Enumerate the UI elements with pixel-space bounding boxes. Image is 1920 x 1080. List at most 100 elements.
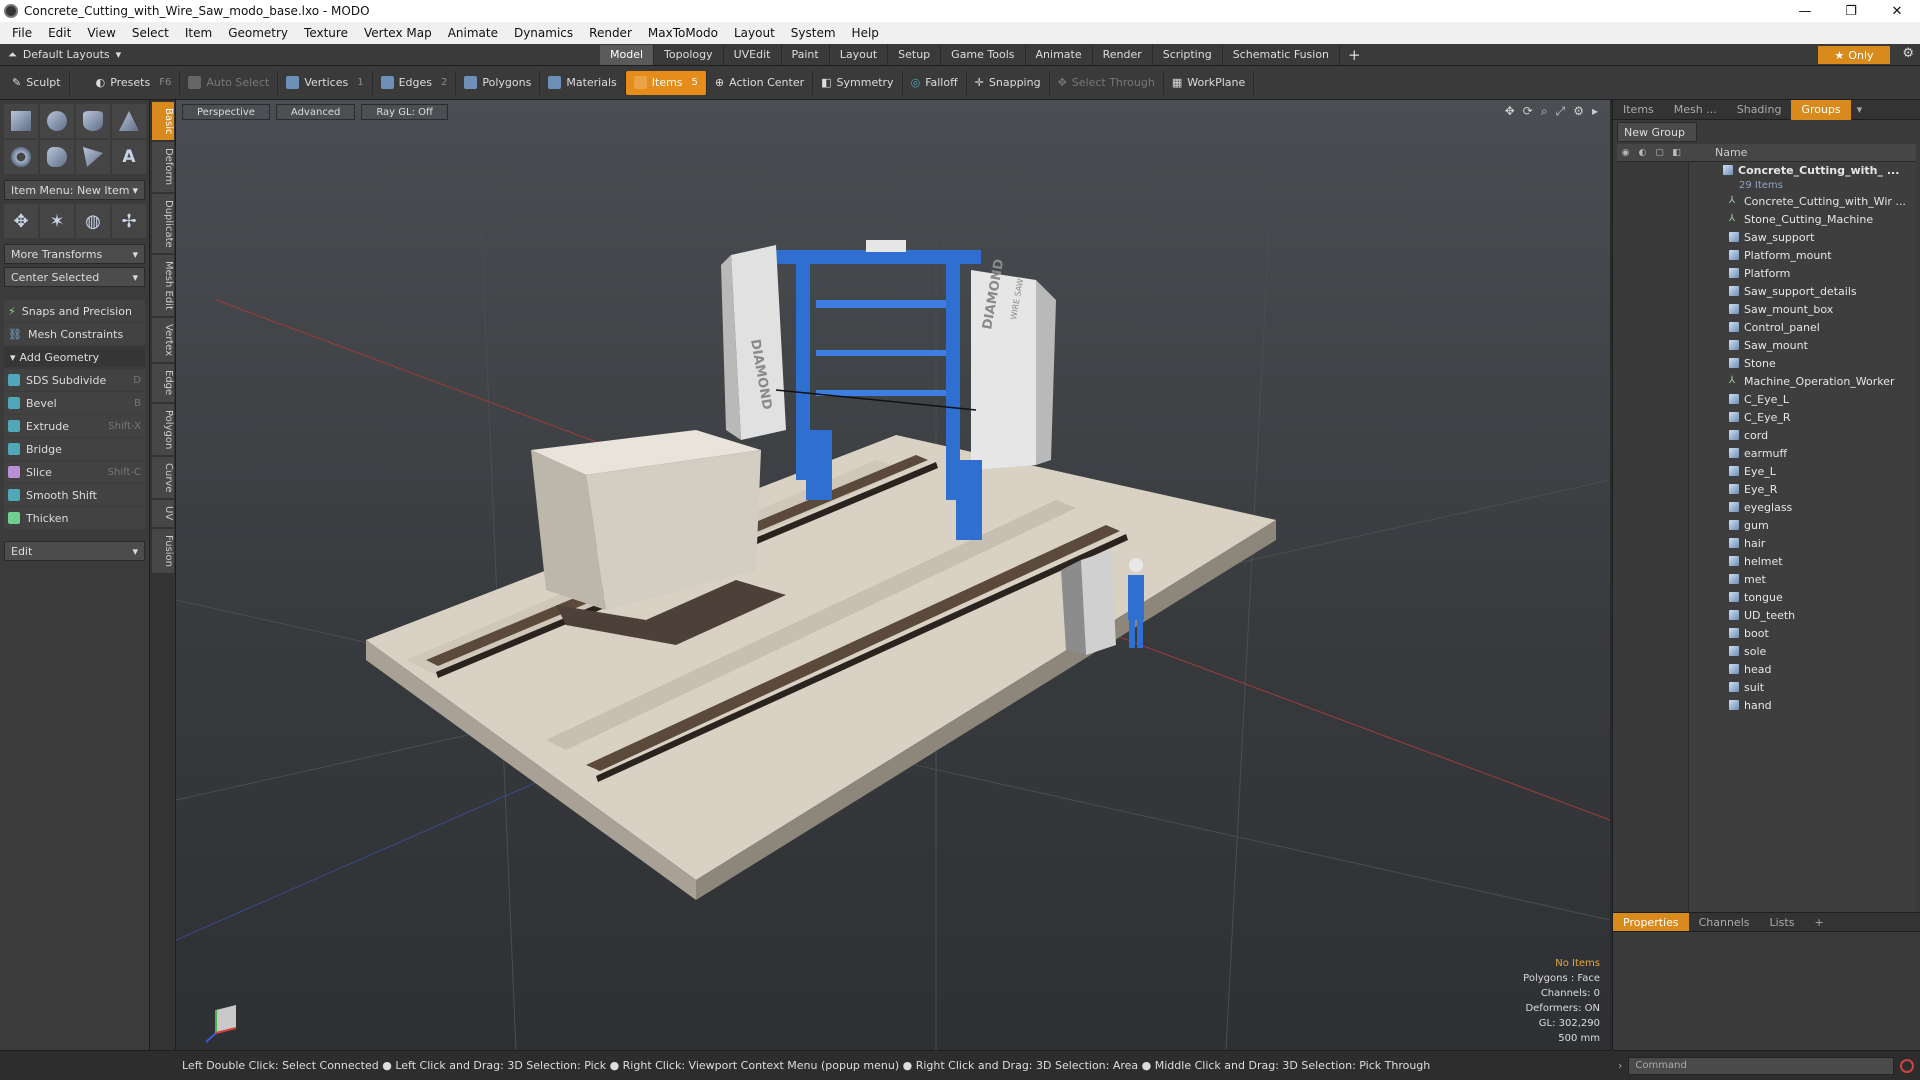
menu-maxtomodo[interactable]: MaxToModo (640, 22, 726, 44)
auto-select-button[interactable]: Auto Select (180, 70, 279, 95)
falloff-button[interactable]: ◎ Falloff (903, 70, 967, 95)
workplane-button[interactable]: ▦ WorkPlane (1164, 70, 1255, 95)
tab-game-tools[interactable]: Game Tools (941, 44, 1026, 65)
menu-texture[interactable]: Texture (296, 22, 356, 44)
cube-primitive[interactable] (4, 104, 38, 138)
menu-layout[interactable]: Layout (726, 22, 783, 44)
list-item[interactable]: ⅄ Concrete_Cutting_with_Wir ... (1617, 192, 1916, 210)
layout-dropdown[interactable]: ⏶ Default Layouts ▾ (0, 48, 600, 62)
chevron-down-icon[interactable]: ▾ (1857, 103, 1863, 116)
tab-render[interactable]: Render (1093, 44, 1153, 65)
cylinder-primitive[interactable] (76, 104, 110, 138)
perspective-dropdown[interactable]: Perspective (182, 104, 270, 120)
action-center-button[interactable]: ⊕ Action Center (707, 70, 814, 95)
pen-primitive[interactable] (76, 140, 110, 174)
menu-item[interactable]: Item (177, 22, 220, 44)
maximize-button[interactable]: ❐ (1828, 0, 1874, 22)
vtab-edge[interactable]: Edge (152, 364, 174, 402)
eye-icon[interactable]: ◉ (1617, 148, 1634, 158)
menu-view[interactable]: View (79, 22, 123, 44)
close-button[interactable]: ✕ (1874, 0, 1920, 22)
list-item[interactable]: UD_teeth (1617, 606, 1916, 624)
vtab-polygon[interactable]: Polygon (152, 403, 174, 455)
vtab-basic[interactable]: Basic (152, 102, 174, 141)
vtab-fusion[interactable]: Fusion (152, 528, 174, 573)
capsule-primitive[interactable] (40, 140, 74, 174)
orbit-icon[interactable]: ⟳ (1523, 104, 1533, 119)
only-toggle[interactable]: ★ Only (1818, 46, 1890, 64)
tab-mesh[interactable]: Mesh ... (1664, 100, 1727, 120)
list-item[interactable]: met (1617, 570, 1916, 588)
vtab-vertex[interactable]: Vertex (152, 318, 174, 363)
list-item[interactable]: Eye_L (1617, 462, 1916, 480)
minimize-button[interactable]: — (1782, 0, 1828, 22)
list-item[interactable]: earmuff (1617, 444, 1916, 462)
menu-file[interactable]: File (4, 22, 40, 44)
menu-geometry[interactable]: Geometry (220, 22, 296, 44)
tab-uvedit[interactable]: UVEdit (724, 44, 782, 65)
vtab-uv[interactable]: UV (152, 500, 174, 527)
add-tab-button[interactable]: + (1340, 46, 1369, 64)
sphere-primitive[interactable] (40, 104, 74, 138)
center-selected-dropdown[interactable]: Center Selected ▾ (4, 267, 145, 287)
viewport-gear-icon[interactable]: ⚙ (1573, 104, 1584, 119)
cone-primitive[interactable] (112, 104, 146, 138)
3d-viewport[interactable]: DIAMOND DIAMOND WIRE SAW Perspective Adv… (176, 100, 1610, 1050)
snaps-precision-button[interactable]: ⚡ Snaps and Precision (4, 300, 145, 322)
menu-help[interactable]: Help (844, 22, 887, 44)
presets-button[interactable]: ◐ Presets F6 (88, 70, 181, 95)
raygl-dropdown[interactable]: Ray GL: Off (361, 104, 448, 120)
tool-sds-subdivide[interactable]: SDS Subdivide D (4, 369, 145, 391)
scale-tool[interactable]: ◍ (76, 204, 110, 238)
list-item[interactable]: ⅄ Stone_Cutting_Machine (1617, 210, 1916, 228)
edit-dropdown[interactable]: Edit ▾ (4, 541, 145, 561)
new-group-button[interactable]: New Group (1617, 122, 1697, 142)
transform-tool[interactable]: ✢ (112, 204, 146, 238)
select-icon[interactable]: ▢ (1651, 148, 1668, 158)
mesh-constraints-button[interactable]: ⛓ Mesh Constraints (4, 323, 145, 345)
add-tab-button[interactable]: + (1804, 913, 1833, 931)
gear-icon[interactable]: ⚙ (1902, 46, 1914, 61)
vertices-button[interactable]: Vertices 1 (278, 70, 373, 95)
items-button[interactable]: Items 5 (625, 70, 707, 95)
command-input[interactable]: Command (1628, 1056, 1894, 1075)
vtab-deform[interactable]: Deform (152, 142, 174, 192)
menu-system[interactable]: System (783, 22, 844, 44)
sculpt-button[interactable]: ✎ Sculpt (4, 70, 70, 95)
list-item[interactable]: helmet (1617, 552, 1916, 570)
tab-animate[interactable]: Animate (1026, 44, 1093, 65)
lock-icon[interactable]: ◐ (1634, 148, 1651, 158)
select-through-button[interactable]: ✥ Select Through (1050, 70, 1164, 95)
symmetry-button[interactable]: ◧ Symmetry (813, 70, 903, 95)
list-item[interactable]: Eye_R (1617, 480, 1916, 498)
list-item[interactable]: Platform (1617, 264, 1916, 282)
list-item[interactable]: C_Eye_L (1617, 390, 1916, 408)
list-item[interactable]: boot (1617, 624, 1916, 642)
list-item[interactable]: C_Eye_R (1617, 408, 1916, 426)
snapping-button[interactable]: ✛ Snapping (967, 70, 1050, 95)
tab-paint[interactable]: Paint (782, 44, 830, 65)
tab-groups[interactable]: Groups (1791, 99, 1851, 120)
list-item[interactable]: Saw_support (1617, 228, 1916, 246)
vtab-mesh-edit[interactable]: Mesh Edit (152, 255, 174, 317)
list-item[interactable]: sole (1617, 642, 1916, 660)
tab-layout[interactable]: Layout (830, 44, 889, 65)
tab-lists[interactable]: Lists (1760, 913, 1805, 931)
materials-button[interactable]: Materials (540, 70, 626, 95)
vtab-curve[interactable]: Curve (152, 456, 174, 499)
tab-items[interactable]: Items (1613, 100, 1664, 120)
tool-bridge[interactable]: Bridge (4, 438, 145, 460)
tool-bevel[interactable]: Bevel B (4, 392, 145, 414)
list-item[interactable]: ⅄ Machine_Operation_Worker (1617, 372, 1916, 390)
tab-scripting[interactable]: Scripting (1153, 44, 1223, 65)
zoom-icon[interactable]: ⌕ (1541, 104, 1548, 119)
list-item[interactable]: Platform_mount (1617, 246, 1916, 264)
list-item[interactable]: suit (1617, 678, 1916, 696)
menu-edit[interactable]: Edit (40, 22, 79, 44)
list-item[interactable]: Saw_mount (1617, 336, 1916, 354)
list-item[interactable]: Saw_mount_box (1617, 300, 1916, 318)
list-item[interactable]: cord (1617, 426, 1916, 444)
tab-shading[interactable]: Shading (1727, 100, 1792, 120)
polygons-button[interactable]: Polygons (456, 70, 541, 95)
pan-icon[interactable]: ✥ (1505, 104, 1515, 119)
